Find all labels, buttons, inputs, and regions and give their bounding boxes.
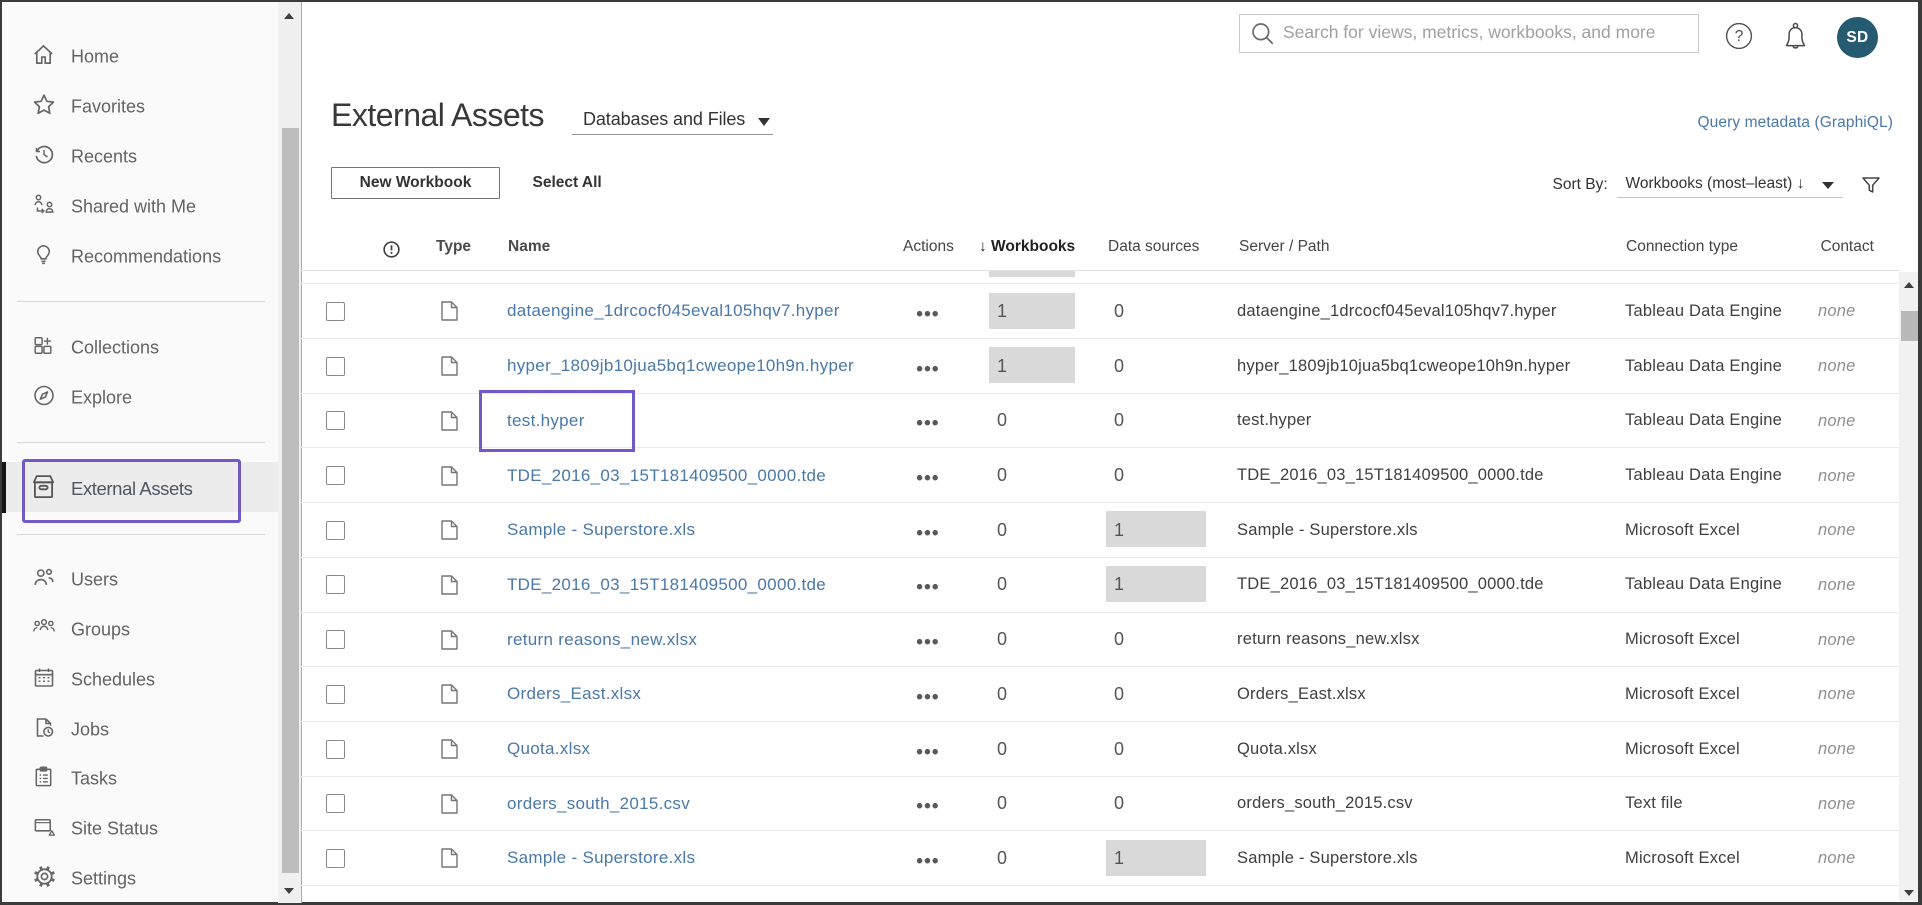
svg-text:?: ? bbox=[1735, 28, 1744, 45]
